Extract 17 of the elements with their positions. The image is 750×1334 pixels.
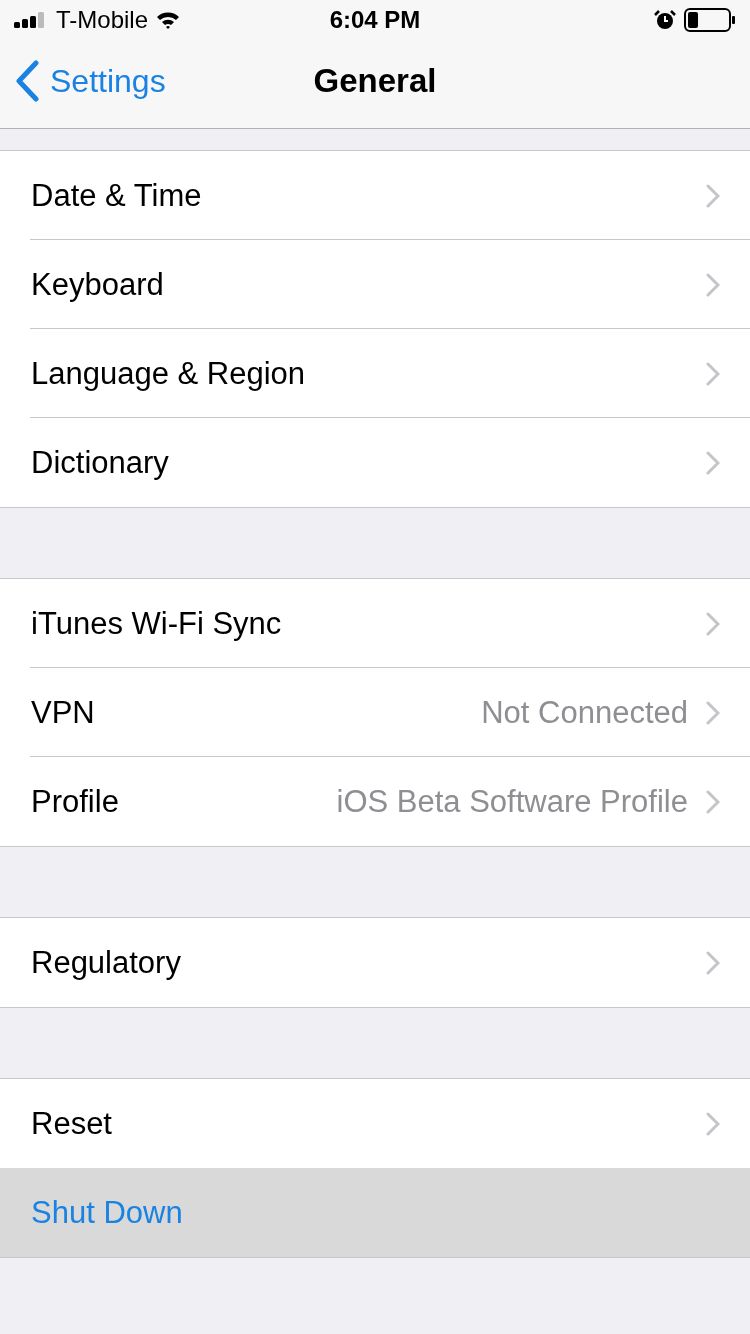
chevron-right-icon bbox=[706, 183, 720, 208]
chevron-right-icon bbox=[706, 700, 720, 725]
battery-icon bbox=[684, 8, 736, 32]
chevron-right-icon bbox=[706, 611, 720, 636]
page-title: General bbox=[313, 62, 437, 100]
chevron-right-icon bbox=[706, 450, 720, 475]
status-time: 6:04 PM bbox=[329, 6, 421, 34]
chevron-right-icon bbox=[706, 789, 720, 814]
chevron-right-icon bbox=[706, 1111, 720, 1136]
wifi-icon bbox=[156, 11, 181, 29]
chevron-right-icon bbox=[706, 361, 720, 386]
carrier-name: T-Mobile bbox=[56, 6, 149, 34]
chevron-right-icon bbox=[706, 272, 720, 297]
chevron-left-icon bbox=[14, 60, 40, 102]
alarm-clock-icon bbox=[654, 9, 676, 31]
back-button[interactable]: Settings bbox=[0, 60, 166, 102]
chevron-right-icon bbox=[706, 950, 720, 975]
